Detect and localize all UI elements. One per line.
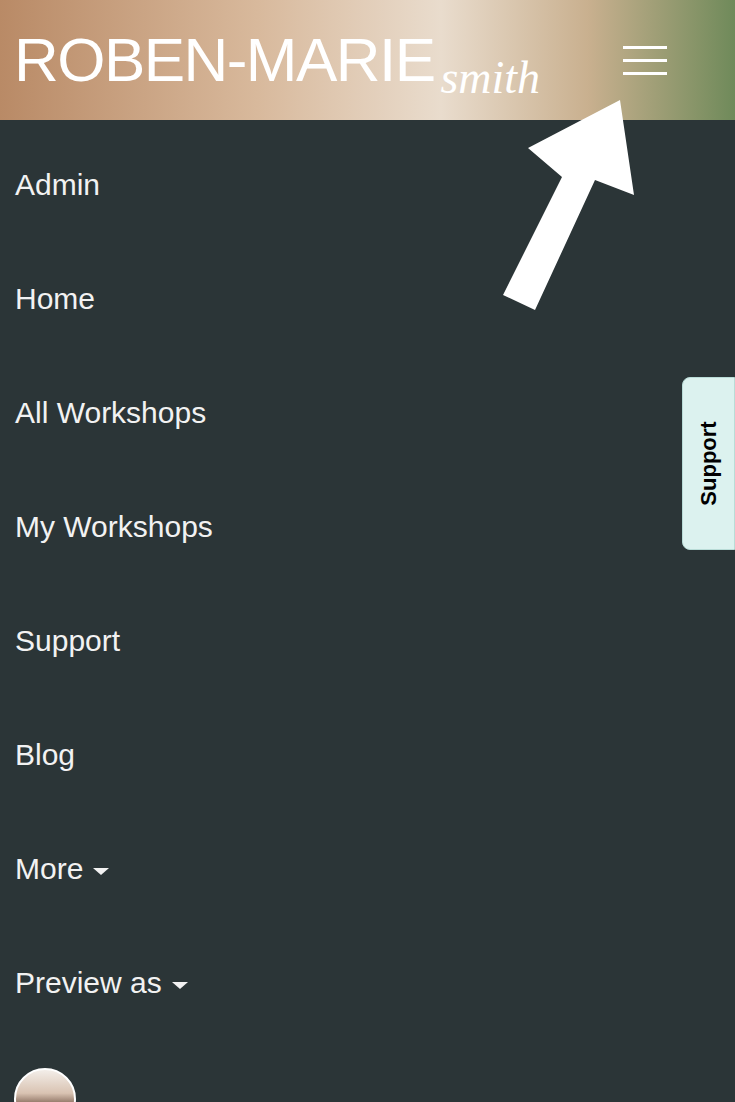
logo-surname: smith xyxy=(440,55,540,101)
menu-item[interactable]: More xyxy=(0,812,735,926)
logo-name: ROBEN-MARIE xyxy=(14,29,434,91)
support-tab[interactable]: Support xyxy=(682,377,735,550)
hamburger-menu-icon[interactable] xyxy=(623,46,667,75)
caret-down-icon xyxy=(172,982,188,989)
user-avatar[interactable] xyxy=(14,1068,76,1102)
menu-item[interactable]: My Workshops xyxy=(0,470,735,584)
menu-item[interactable]: Preview as xyxy=(0,926,735,1040)
menu-item[interactable]: Home xyxy=(0,242,735,356)
site-header: ROBEN-MARIEsmith xyxy=(0,0,735,120)
nav-menu: AdminHomeAll WorkshopsMy WorkshopsSuppor… xyxy=(0,120,735,1102)
menu-item[interactable]: Blog xyxy=(0,698,735,812)
logo[interactable]: ROBEN-MARIEsmith xyxy=(14,29,540,91)
page: ROBEN-MARIEsmith AdminHomeAll WorkshopsMy… xyxy=(0,0,735,1102)
caret-down-icon xyxy=(93,868,109,875)
menu-item[interactable]: Support xyxy=(0,584,735,698)
pointer-arrow-icon xyxy=(500,95,640,315)
menu-item[interactable]: All Workshops xyxy=(0,356,735,470)
